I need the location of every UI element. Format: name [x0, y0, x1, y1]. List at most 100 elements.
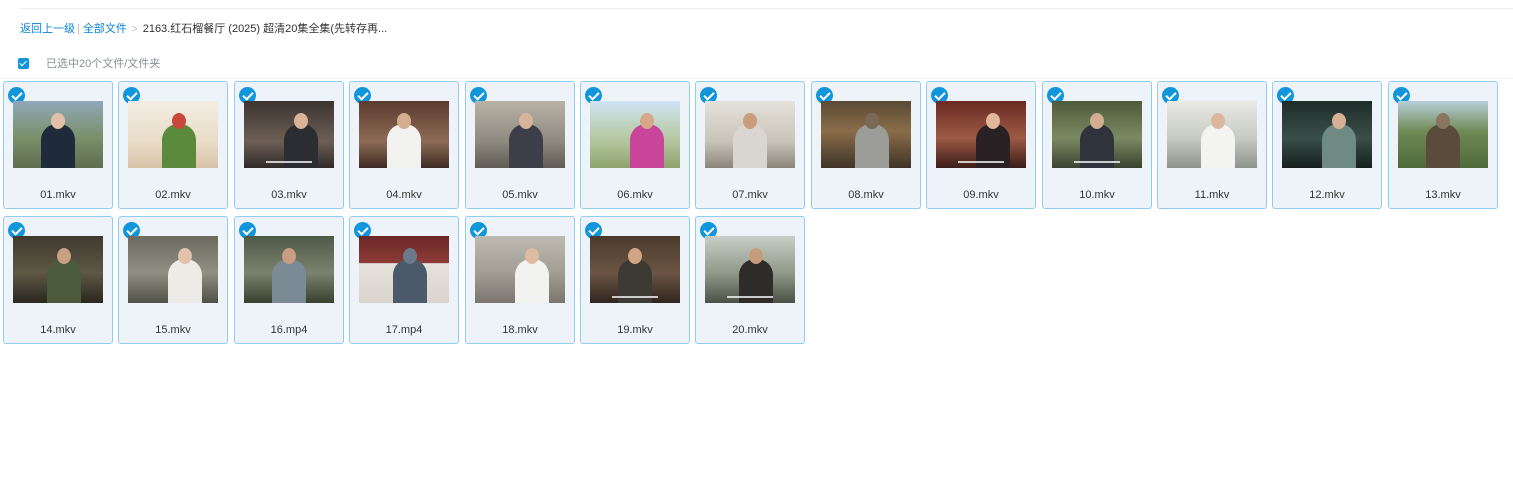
thumbnail-figure [47, 259, 81, 303]
thumbnail-figure [1426, 124, 1460, 168]
video-thumbnail [705, 236, 795, 303]
file-tile[interactable]: 14.mkv [3, 216, 113, 344]
file-tile[interactable]: 02.mkv [118, 81, 228, 209]
thumbnail-face [178, 248, 192, 264]
file-name: 12.mkv [1309, 189, 1345, 201]
file-tile[interactable]: 18.mkv [465, 216, 575, 344]
thumbnail-figure [855, 124, 889, 168]
video-thumbnail [1398, 101, 1488, 168]
file-tile[interactable]: 19.mkv [580, 216, 690, 344]
thumbnail-face [519, 113, 533, 129]
video-thumbnail [936, 101, 1026, 168]
file-name: 09.mkv [963, 189, 999, 201]
file-name: 06.mkv [617, 189, 653, 201]
video-thumbnail [128, 101, 218, 168]
file-tile[interactable]: 11.mkv [1157, 81, 1267, 209]
thumbnail-figure [393, 259, 427, 303]
video-thumbnail [590, 101, 680, 168]
file-tile[interactable]: 01.mkv [3, 81, 113, 209]
file-tile[interactable]: 05.mkv [465, 81, 575, 209]
thumbnail-figure [162, 124, 196, 168]
file-name: 15.mkv [155, 324, 191, 336]
file-tile[interactable]: 17.mp4 [349, 216, 459, 344]
file-name: 13.mkv [1425, 189, 1461, 201]
file-name: 18.mkv [502, 324, 538, 336]
thumbnail-figure [1322, 124, 1356, 168]
subtitle-line [612, 296, 658, 298]
select-all-checkbox[interactable] [18, 57, 29, 69]
header-divider [0, 78, 1513, 79]
thumbnail-face [282, 248, 296, 264]
thumbnail-face [525, 248, 539, 264]
thumbnail-face [51, 113, 65, 129]
video-thumbnail [475, 236, 565, 303]
file-name: 05.mkv [502, 189, 538, 201]
thumbnail-face [640, 113, 654, 129]
thumbnail-figure [41, 124, 75, 168]
file-tile[interactable]: 09.mkv [926, 81, 1036, 209]
selection-count-text: 已选中20个文件/文件夹 [46, 58, 161, 70]
selection-bar: 已选中20个文件/文件夹 [18, 55, 161, 70]
thumbnail-figure [1201, 124, 1235, 168]
thumbnail-figure [733, 124, 767, 168]
thumbnail-figure [272, 259, 306, 303]
video-thumbnail [821, 101, 911, 168]
video-thumbnail [705, 101, 795, 168]
thumbnail-face [1332, 113, 1346, 129]
file-name: 07.mkv [732, 189, 768, 201]
thumbnail-face [294, 113, 308, 129]
video-thumbnail [475, 101, 565, 168]
file-name: 20.mkv [732, 324, 768, 336]
subtitle-line [958, 161, 1004, 163]
file-name: 03.mkv [271, 189, 307, 201]
video-thumbnail [359, 101, 449, 168]
file-name: 04.mkv [386, 189, 422, 201]
video-thumbnail [13, 101, 103, 168]
breadcrumb: 返回上一级 | 全部文件 >2163.红石榴餐厅 (2025) 超清20集全集(先转存… [20, 20, 388, 35]
thumbnail-face [749, 248, 763, 264]
thumbnail-face [1436, 113, 1450, 129]
file-tile[interactable]: 16.mp4 [234, 216, 344, 344]
file-name: 10.mkv [1079, 189, 1115, 201]
file-tile[interactable]: 07.mkv [695, 81, 805, 209]
file-name: 11.mkv [1194, 189, 1230, 201]
video-thumbnail [1167, 101, 1257, 168]
video-thumbnail [128, 236, 218, 303]
file-tile[interactable]: 08.mkv [811, 81, 921, 209]
thumbnail-face [57, 248, 71, 264]
file-tile[interactable]: 15.mkv [118, 216, 228, 344]
video-thumbnail [590, 236, 680, 303]
thumbnail-face [172, 113, 186, 129]
back-link[interactable]: 返回上一级 [20, 23, 75, 35]
file-tile[interactable]: 06.mkv [580, 81, 690, 209]
thumbnail-figure [509, 124, 543, 168]
file-tile[interactable]: 20.mkv [695, 216, 805, 344]
file-name: 16.mp4 [270, 324, 308, 336]
thumbnail-face [628, 248, 642, 264]
thumbnail-face [397, 113, 411, 129]
file-tile[interactable]: 04.mkv [349, 81, 459, 209]
file-tile[interactable]: 12.mkv [1272, 81, 1382, 209]
file-name: 19.mkv [617, 324, 653, 336]
file-tile[interactable]: 13.mkv [1388, 81, 1498, 209]
file-tile[interactable]: 03.mkv [234, 81, 344, 209]
thumbnail-figure [630, 124, 664, 168]
breadcrumb-separator: | [77, 23, 80, 35]
thumbnail-face [403, 248, 417, 264]
video-thumbnail [1282, 101, 1372, 168]
video-thumbnail [13, 236, 103, 303]
file-tile[interactable]: 10.mkv [1042, 81, 1152, 209]
file-name: 14.mkv [40, 324, 76, 336]
breadcrumb-arrow-icon: > [131, 24, 138, 35]
file-name: 02.mkv [155, 189, 191, 201]
video-thumbnail [1052, 101, 1142, 168]
current-folder-title: 2163.红石榴餐厅 (2025) 超清20集全集(先转存再... [142, 23, 388, 35]
video-thumbnail [244, 101, 334, 168]
thumbnail-face [865, 113, 879, 129]
thumbnail-figure [168, 259, 202, 303]
file-name: 01.mkv [40, 189, 76, 201]
video-thumbnail [359, 236, 449, 303]
top-divider [20, 8, 1513, 9]
subtitle-line [1074, 161, 1120, 163]
all-files-link[interactable]: 全部文件 [83, 23, 127, 35]
